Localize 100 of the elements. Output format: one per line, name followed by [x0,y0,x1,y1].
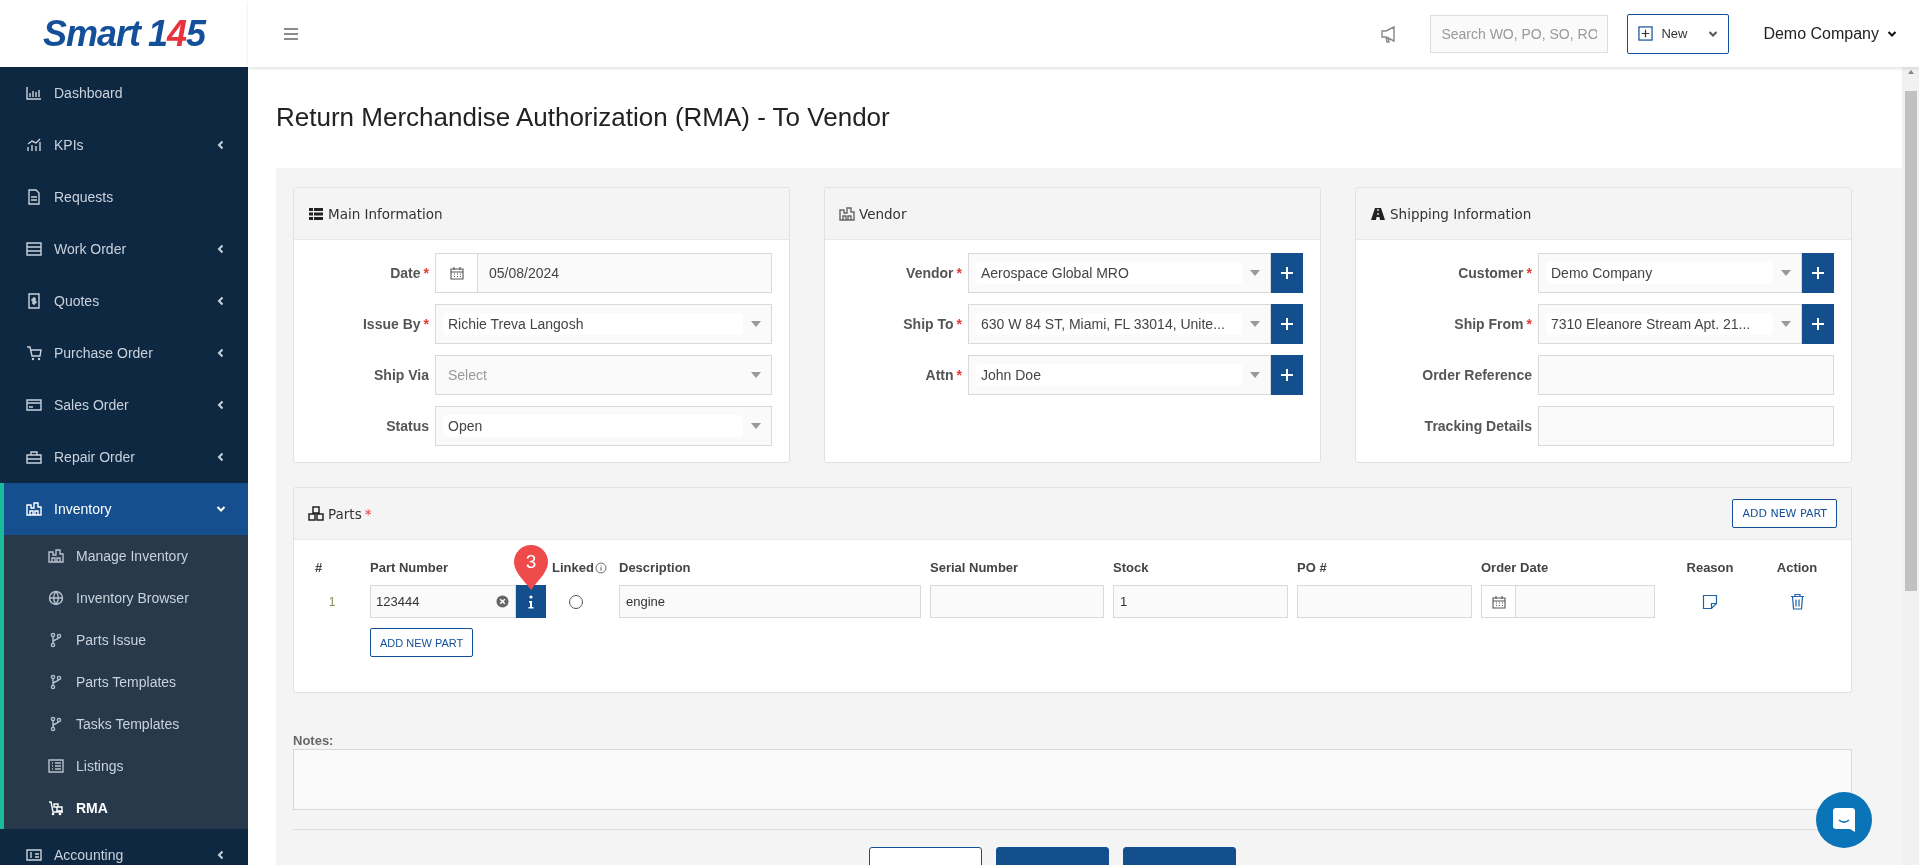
caret-icon [1781,270,1791,276]
notes-field[interactable] [293,749,1852,810]
caret-icon [1250,372,1260,378]
globe-icon [48,590,64,606]
branch-icon [48,716,64,732]
column-header: Action [1776,560,1818,575]
sidebar-item[interactable]: Purchase Order [0,327,248,379]
sidebar-item[interactable]: Inventory [0,483,248,535]
field-label: Issue By * [362,316,429,332]
column-header: PO # [1297,560,1328,575]
select-field[interactable]: Aerospace Global MRO [968,253,1271,293]
plus-icon [1280,317,1294,331]
column-header: Stock [1113,560,1150,575]
table-icon [308,205,324,222]
submenu-item[interactable]: Parts Issue [4,619,248,661]
field-label: Tracking Details [1424,418,1532,434]
add-button[interactable] [1271,253,1303,293]
add-part-button[interactable]: ADD NEW PART [370,628,474,657]
field-label: Order Reference [1422,367,1532,383]
select-field[interactable]: 630 W 84 ST, Miami, FL 33014, Unite... [968,304,1271,344]
money-card-icon [26,847,42,863]
add-button[interactable] [1802,253,1834,293]
submenu-item[interactable]: Parts Templates [4,661,248,703]
input-field[interactable] [930,585,1104,618]
input-field[interactable] [1297,585,1472,618]
field-label: Ship Via [374,367,429,383]
field-label: Customer * [1458,265,1532,281]
new-button[interactable]: New [1627,13,1730,54]
column-header: Linked [552,560,594,575]
input-field[interactable] [1538,406,1834,446]
step-marker: 3 [513,545,549,591]
caret-icon [1781,321,1791,327]
submenu-item[interactable]: Manage Inventory [4,535,248,577]
input-field[interactable] [1538,355,1834,395]
sidebar-item[interactable]: Work Order [0,223,248,275]
add-button[interactable] [1271,355,1303,395]
dollar-document-icon [26,293,42,309]
caret-icon [1250,270,1260,276]
info-icon [528,594,534,609]
trash-icon [1789,593,1805,610]
info-button[interactable] [516,585,546,618]
date-field[interactable]: 05/08/2024 [435,253,772,293]
field-label: Vendor * [906,265,962,281]
chat-icon [1832,807,1856,833]
submenu-item[interactable]: Inventory Browser [4,577,248,619]
section-title: Main Information [328,205,443,222]
date-field[interactable] [1481,585,1655,618]
field-label: Attn * [925,367,962,383]
company-menu[interactable]: Demo Company [1763,24,1897,43]
menu-icon [284,27,298,40]
note-icon [1702,593,1718,610]
branch-icon [48,674,64,690]
add-part-button[interactable]: ADD NEW PART [1732,499,1837,528]
search-field[interactable]: Search WO, PO, SO, RO [1430,14,1609,53]
bar-chart-icon [26,85,42,101]
toolbox-icon [26,449,42,465]
sidebar-item[interactable]: Quotes [0,275,248,327]
select-field[interactable]: John Doe [968,355,1271,395]
column-header: # [315,560,324,575]
submenu-item[interactable]: Tasks Templates [4,703,248,745]
field-label: Ship To * [903,316,962,332]
add-button[interactable] [1271,304,1303,344]
column-header: Description [619,560,692,575]
plus-icon [1280,266,1294,280]
plus-icon [1811,317,1825,331]
select-field[interactable]: 7310 Eleanore Stream Apt. 21... [1538,304,1802,344]
scrollbar[interactable] [1902,67,1919,865]
caret-icon [751,321,761,327]
notes-label: Notes: [293,733,335,748]
caret-icon [751,372,761,378]
sidebar-item[interactable]: Accounting [0,829,248,865]
input-field[interactable]: engine [619,585,921,618]
caret-icon [751,423,761,429]
field-label: Date * [390,265,429,281]
hand-truck-icon [48,800,64,816]
column-header: Order Date [1481,560,1550,575]
part-number-field[interactable]: 123444 [370,585,516,618]
plus-box-icon [1638,26,1654,41]
logo: Smart 145 [42,12,206,55]
select-field[interactable]: Demo Company [1538,253,1802,293]
sidebar-item[interactable]: Requests [0,171,248,223]
section-title: Shipping Information [1390,205,1532,222]
submenu-item[interactable]: Listings [4,745,248,787]
select-field[interactable]: Open [435,406,772,446]
sidebar-item[interactable]: Repair Order [0,431,248,483]
add-button[interactable] [1802,304,1834,344]
sidebar-item[interactable]: Sales Order [0,379,248,431]
field-label: Ship From * [1454,316,1532,332]
column-header: Serial Number [930,560,1020,575]
select-field[interactable]: Richie Treva Langosh [435,304,772,344]
input-field[interactable]: 1 [1113,585,1288,618]
scroll-thumb[interactable] [1904,91,1917,591]
submenu-item[interactable]: RMA [4,787,248,829]
list-icon [48,758,64,774]
plus-icon [1811,266,1825,280]
section-title: Parts * [328,505,372,522]
sidebar-item[interactable]: KPIs [0,119,248,171]
sidebar-item[interactable]: Dashboard [0,67,248,119]
calendar-icon [1491,594,1506,609]
server-icon [26,241,42,257]
